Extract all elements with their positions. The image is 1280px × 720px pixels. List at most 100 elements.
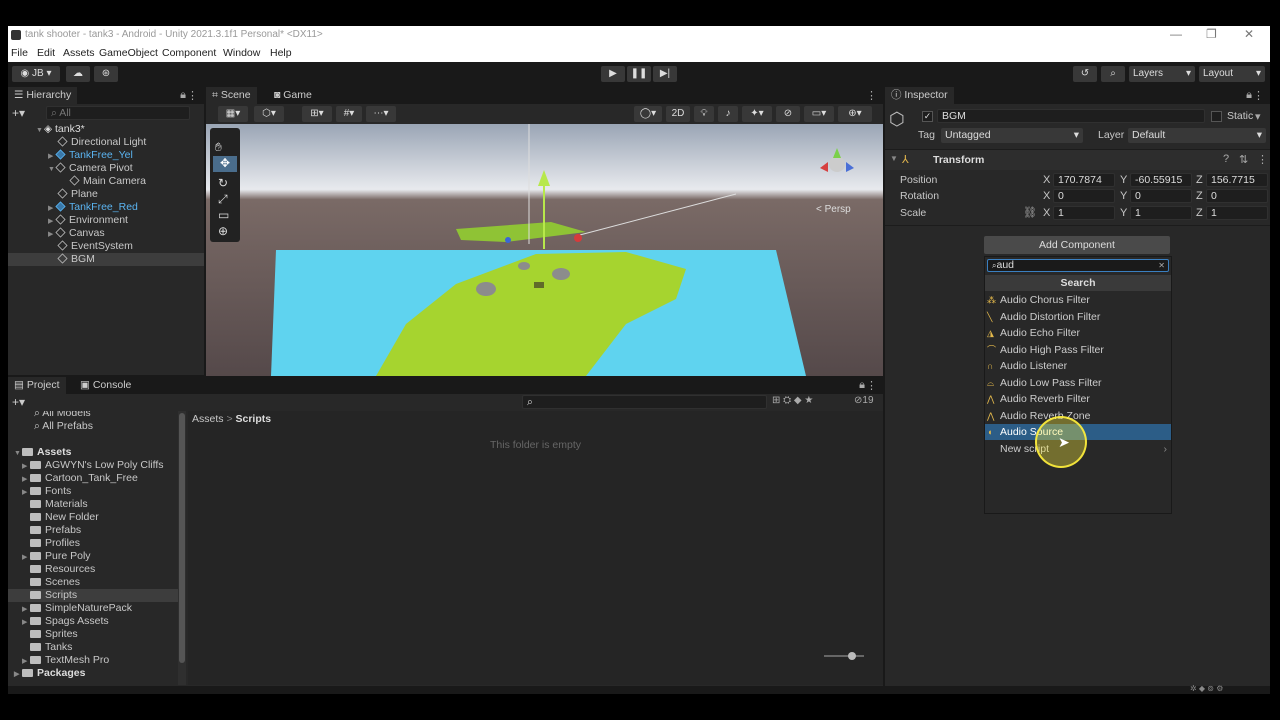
favorite-all-models[interactable]: ⌕ All Models (34, 411, 91, 420)
pause-button[interactable]: ❚❚ (627, 66, 651, 82)
component-audio-low-pass-filter[interactable]: ⌓ Audio Low Pass Filter (985, 375, 1171, 391)
component-audio-reverb-filter[interactable]: ⋀ Audio Reverb Filter (985, 391, 1171, 407)
hierarchy-item-camera-pivot[interactable]: ▼ Camera Pivot (48, 162, 133, 175)
step-button[interactable]: ▶| (653, 66, 677, 82)
scale-y-input[interactable]: 1 (1130, 206, 1192, 220)
object-name-input[interactable]: BGM (937, 109, 1205, 123)
filter-icons[interactable]: ⊞ ⛭ ◆ ★ (772, 395, 813, 406)
collab-icon[interactable]: ⊛ (94, 66, 118, 82)
cloud-icon[interactable]: ☁ (66, 66, 90, 82)
add-object-button[interactable]: +▾ (12, 106, 25, 120)
component-search-input[interactable]: ⌕aud ✕ (987, 259, 1169, 272)
account-dropdown[interactable]: ◉ JB ▾ (12, 66, 60, 82)
component-audio-chorus-filter[interactable]: ⁂ Audio Chorus Filter (985, 292, 1171, 308)
scale-x-input[interactable]: 1 (1053, 206, 1115, 220)
more-icon[interactable]: ⋮ (1257, 153, 1268, 166)
favorite-all-prefabs[interactable]: ⌕ All Prefabs (34, 420, 93, 433)
packages-root[interactable]: ▶ Packages (14, 667, 85, 680)
component-audio-high-pass-filter[interactable]: ⌒ Audio High Pass Filter (985, 342, 1171, 358)
rotate-tool-icon[interactable]: ↻ (218, 176, 228, 190)
persp-label[interactable]: < Persp (816, 204, 851, 215)
rect-tool-icon[interactable]: ▭ (218, 208, 229, 222)
menu-gameobject[interactable]: GameObject (99, 47, 158, 59)
menu-file[interactable]: File (11, 47, 28, 59)
active-checkbox[interactable]: ✓ (922, 111, 933, 122)
menu-edit[interactable]: Edit (37, 47, 55, 59)
gizmos-icon[interactable]: ⊕▾ (838, 106, 872, 122)
tab-inspector[interactable]: ⓘ Inspector (885, 87, 954, 104)
minimize-icon[interactable]: — (1170, 27, 1182, 41)
hierarchy-item-bgm[interactable]: BGM (8, 253, 204, 266)
help-icon[interactable]: ? (1223, 153, 1229, 165)
history-icon[interactable]: ↺ (1073, 66, 1097, 82)
link-icon[interactable]: ⛓ (1023, 206, 1037, 219)
folder-item[interactable]: New Folder (30, 511, 99, 524)
hierarchy-item-canvas[interactable]: ▶ Canvas (48, 227, 105, 240)
hierarchy-search-input[interactable]: ⌕ All (46, 106, 190, 120)
tab-game[interactable]: ◙ Game (268, 87, 318, 104)
component-audio-distortion-filter[interactable]: ╲ Audio Distortion Filter (985, 309, 1171, 325)
component-audio-listener[interactable]: ∩ Audio Listener (985, 358, 1171, 374)
project-search-input[interactable]: ⌕ (522, 395, 767, 409)
hand-tool-icon[interactable]: ✋︎ (215, 140, 222, 155)
lock-icon[interactable]: 🔒︎ (1246, 89, 1252, 102)
assets-root[interactable]: ▼ Assets (14, 446, 71, 459)
layers-dropdown[interactable]: Layers ▾ (1129, 66, 1195, 82)
component-audio-echo-filter[interactable]: ◮ Audio Echo Filter (985, 325, 1171, 341)
restore-icon[interactable]: ❐ (1206, 27, 1217, 41)
tab-scene[interactable]: ⌗ Scene (206, 87, 257, 104)
tab-console[interactable]: ▣ Console (74, 377, 137, 394)
static-dropdown-icon[interactable]: ▾ (1255, 110, 1261, 123)
hidden-packages-counter[interactable]: ⊘19 (854, 395, 874, 406)
breadcrumb-assets[interactable]: Assets (192, 413, 224, 425)
folder-item[interactable]: ▶ TextMesh Pro (22, 654, 109, 667)
static-checkbox[interactable] (1211, 111, 1222, 122)
folder-item[interactable]: Prefabs (30, 524, 81, 537)
tab-hierarchy[interactable]: ☰ Hierarchy (8, 87, 78, 104)
scale-z-input[interactable]: 1 (1206, 206, 1268, 220)
preset-icon[interactable]: ⇅ (1239, 153, 1248, 166)
hierarchy-item-eventsystem[interactable]: EventSystem (57, 240, 133, 253)
more-icon[interactable]: ⋮ (1253, 89, 1264, 102)
effects-icon[interactable]: ✦▾ (742, 106, 772, 122)
rotation-y-input[interactable]: 0 (1130, 189, 1192, 203)
folder-item[interactable]: ▶ AGWYN's Low Poly Cliffs (22, 459, 164, 472)
scene-viewport[interactable]: ✋︎ ✥ ↻ ⤢ ▭ ⊕ < Persp (206, 124, 883, 376)
hierarchy-item-main-camera[interactable]: Main Camera (69, 175, 146, 188)
hierarchy-item-plane[interactable]: Plane (57, 188, 98, 201)
hierarchy-item-directional-light[interactable]: Directional Light (57, 136, 146, 149)
toggle-2d-button[interactable]: 2D (666, 106, 690, 122)
grid-icon[interactable]: #▾ (336, 106, 362, 122)
folder-item-selected[interactable]: Scripts (8, 589, 178, 602)
menu-window[interactable]: Window (223, 47, 260, 59)
more-icon[interactable]: ⋮ (866, 89, 877, 102)
menu-help[interactable]: Help (270, 47, 292, 59)
layer-dropdown[interactable]: Default ▾ (1128, 128, 1266, 143)
folder-item[interactable]: Scenes (30, 576, 80, 589)
breadcrumb-scripts[interactable]: Scripts (236, 413, 272, 425)
folder-item[interactable]: ▶ Fonts (22, 485, 71, 498)
folder-item[interactable]: ▶ Pure Poly (22, 550, 91, 563)
tab-project[interactable]: ▤ Project (8, 377, 66, 394)
clear-search-icon[interactable]: ✕ (1158, 260, 1165, 271)
folder-item[interactable]: Profiles (30, 537, 80, 550)
scrollbar-thumb[interactable] (179, 413, 185, 663)
globe-icon[interactable]: ◯▾ (634, 106, 662, 122)
snap-icon[interactable]: ⋯▾ (366, 106, 396, 122)
folder-item[interactable]: Materials (30, 498, 88, 511)
scale-tool-icon[interactable]: ⤢ (218, 192, 228, 207)
visibility-icon[interactable]: ⊘ (776, 106, 800, 122)
folder-item[interactable]: Sprites (30, 628, 78, 641)
pivot-dropdown[interactable]: ⊞▾ (302, 106, 332, 122)
folder-item[interactable]: ▶ Spags Assets (22, 615, 109, 628)
position-y-input[interactable]: -60.55915 (1130, 173, 1192, 187)
folder-item[interactable]: Tanks (30, 641, 72, 654)
rotation-x-input[interactable]: 0 (1053, 189, 1115, 203)
play-button[interactable]: ▶ (601, 66, 625, 82)
camera-icon[interactable]: ▭▾ (804, 106, 834, 122)
move-gizmo-arrow[interactable] (538, 170, 550, 186)
status-icons[interactable]: ✲ ◆ ⊚ ⚙ (1190, 684, 1223, 693)
orientation-gizmo[interactable] (812, 146, 862, 182)
transform-tool-icon[interactable]: ⊕ (218, 224, 228, 238)
tree-scrollbar[interactable] (178, 411, 186, 685)
